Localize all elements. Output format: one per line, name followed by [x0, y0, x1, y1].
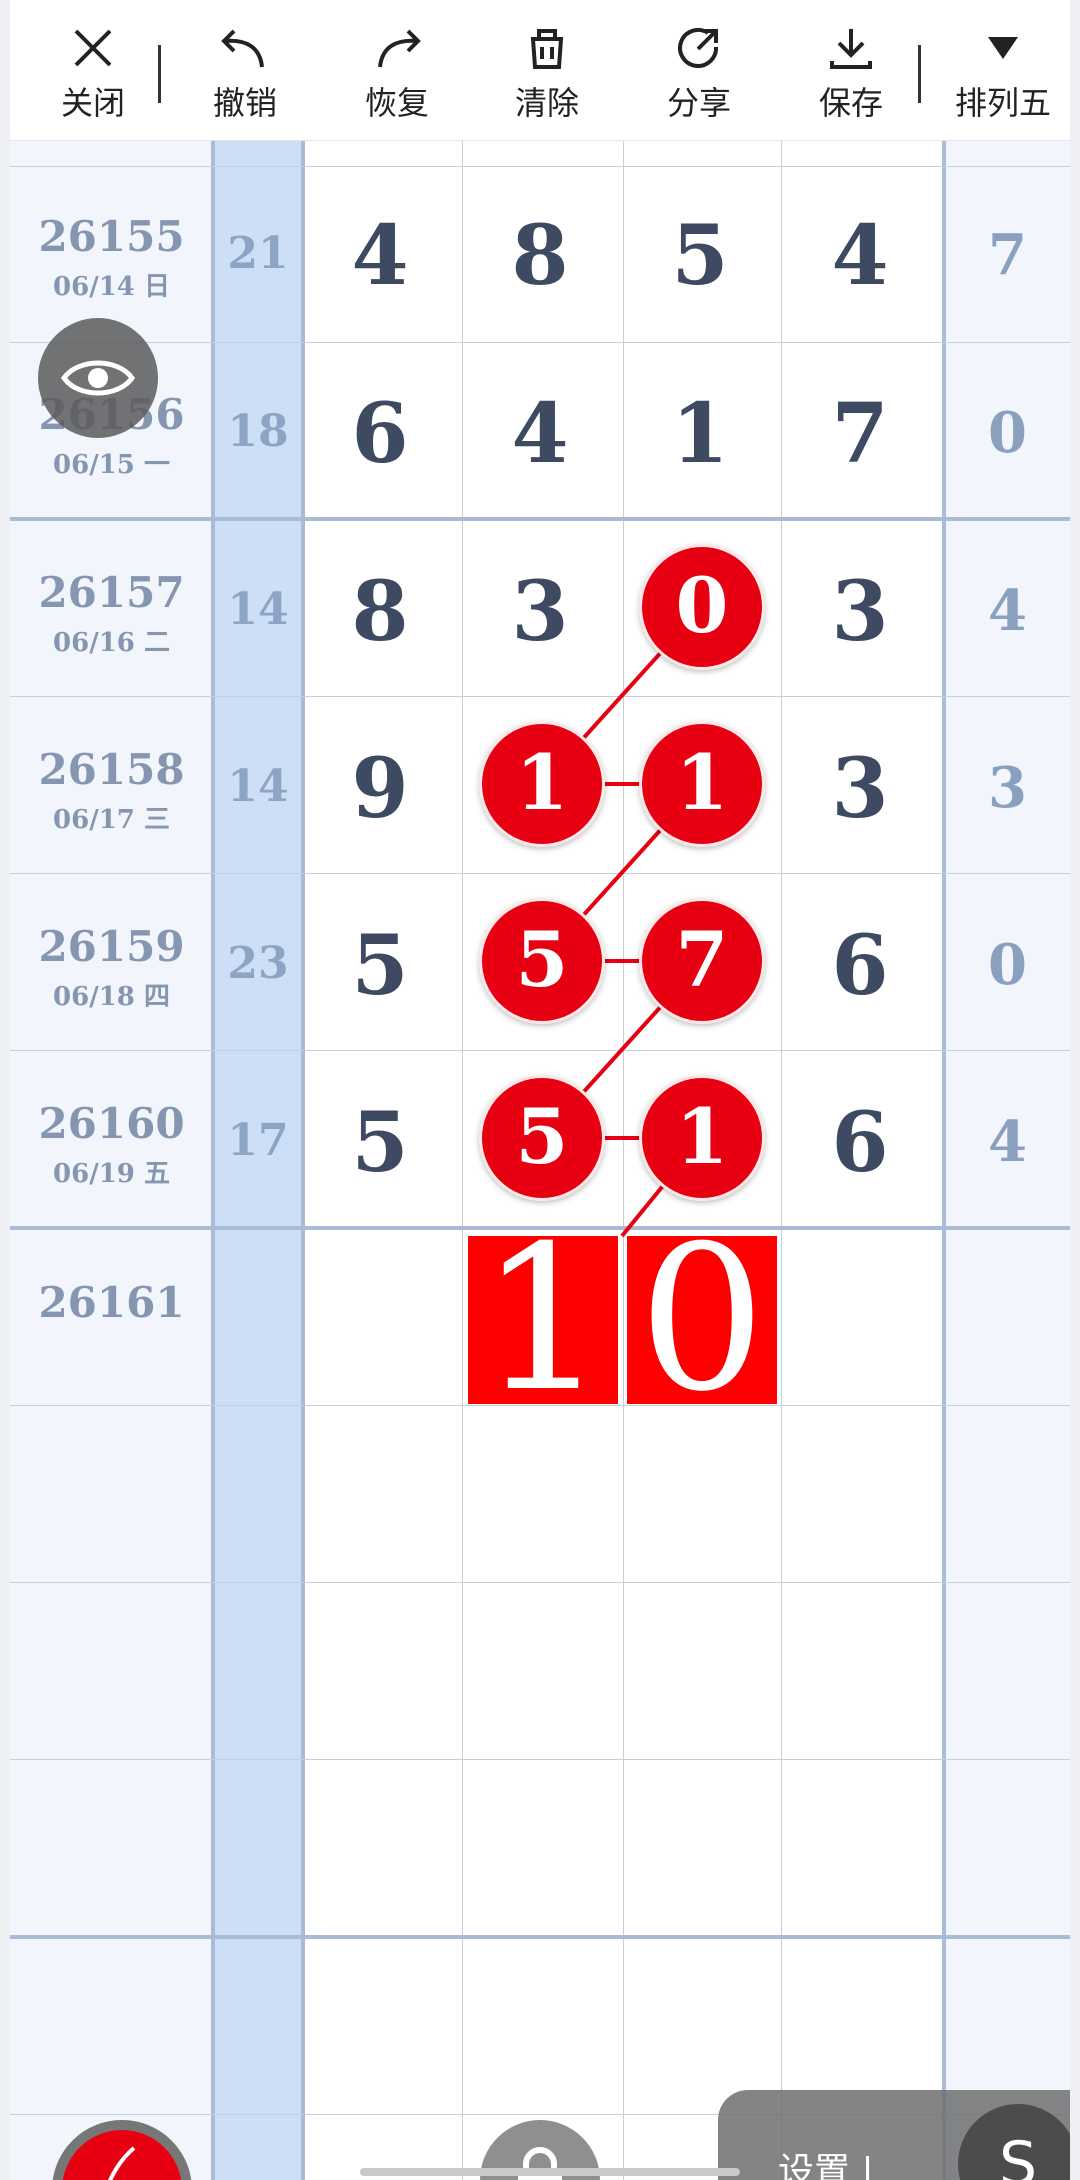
share-icon — [678, 27, 719, 68]
share-label: 分享 — [666, 84, 731, 122]
settings-label: 设置 | — [778, 2151, 874, 2180]
issue-date: 06/19 五 — [53, 1159, 170, 1189]
selected-ball[interactable]: 7 — [639, 898, 765, 1024]
share-button[interactable]: 分享 — [634, 18, 764, 128]
digit-5[interactable]: 3 — [945, 755, 1070, 821]
settings-panel-toggle[interactable]: 设置 | S — [718, 2090, 1070, 2180]
clear-label: 清除 — [514, 84, 579, 122]
issue-number: 26158 — [38, 745, 185, 794]
selected-ball[interactable]: 5 — [479, 1075, 605, 1201]
selected-ball[interactable]: 1 — [639, 721, 765, 847]
close-button[interactable]: 关闭 — [28, 18, 158, 128]
digit-5[interactable]: 4 — [945, 578, 1070, 644]
save-button[interactable]: 保存 — [786, 18, 916, 128]
selected-ball[interactable]: 5 — [479, 898, 605, 1024]
lottery-type-dropdown[interactable]: 排列五 — [938, 18, 1068, 128]
digit-4[interactable]: 7 — [782, 393, 938, 475]
pen-icon — [108, 2146, 136, 2180]
selected-ball[interactable]: 1 — [639, 1075, 765, 1201]
digit-5[interactable]: 0 — [945, 932, 1070, 998]
digit-1[interactable]: 8 — [302, 571, 458, 653]
digit-1[interactable]: 4 — [302, 215, 458, 297]
digit-2[interactable]: 8 — [462, 215, 618, 297]
digit-4[interactable]: 3 — [782, 571, 938, 653]
clear-button[interactable]: 清除 — [482, 18, 612, 128]
save-label: 保存 — [818, 84, 883, 122]
issue-date: 06/15 一 — [53, 450, 170, 480]
digit-sum: 14 — [227, 761, 289, 812]
home-indicator — [360, 2168, 740, 2176]
toolbar-separator — [918, 45, 921, 103]
digit-3[interactable]: 1 — [622, 393, 778, 475]
undo-icon — [221, 29, 264, 68]
digit-4[interactable]: 4 — [782, 215, 938, 297]
redo-label: 恢复 — [364, 84, 429, 122]
undo-label: 撤销 — [212, 84, 277, 122]
download-icon — [830, 29, 872, 69]
digit-5[interactable]: 4 — [945, 1109, 1070, 1175]
s-button[interactable]: S — [958, 2104, 1070, 2180]
digit-4[interactable]: 6 — [782, 1102, 938, 1184]
trash-icon — [530, 29, 564, 69]
digit-sum: 21 — [227, 228, 289, 279]
visibility-toggle-button[interactable] — [38, 318, 158, 438]
issue-number: 26155 — [38, 212, 185, 261]
lottery-type-label: 排列五 — [954, 84, 1051, 122]
issue-number: 26159 — [38, 922, 185, 971]
trend-chart-grid[interactable]: 26155 06/14 日 21 4 8 5 4 7 26156 06/15 一… — [10, 140, 1070, 2180]
digit-4[interactable]: 3 — [782, 748, 938, 830]
digit-sum: 23 — [227, 938, 289, 989]
issue-date: 06/18 四 — [53, 982, 170, 1012]
close-icon — [74, 29, 112, 67]
digit-1[interactable]: 5 — [302, 925, 458, 1007]
issue-date: 06/17 三 — [53, 805, 170, 835]
chart-screen: 关闭 撤销 恢复 清除 分享 保存 排列五 26155 06/14 日 21 4… — [10, 0, 1070, 2180]
digit-sum: 18 — [227, 406, 289, 457]
digit-1[interactable]: 6 — [302, 393, 458, 475]
digit-2[interactable]: 4 — [462, 393, 618, 475]
redo-icon — [378, 29, 421, 68]
digit-1[interactable]: 5 — [302, 1102, 458, 1184]
undo-button[interactable]: 撤销 — [180, 18, 310, 128]
eye-icon — [60, 360, 136, 396]
digit-1[interactable]: 9 — [302, 748, 458, 830]
issue-number: 26157 — [38, 568, 185, 617]
digit-4[interactable]: 6 — [782, 925, 938, 1007]
digit-5[interactable]: 0 — [945, 400, 1070, 466]
prediction-box[interactable]: 0 — [627, 1220, 777, 1420]
close-label: 关闭 — [60, 84, 125, 122]
digit-sum: 17 — [227, 1115, 289, 1166]
selected-ball[interactable]: 0 — [639, 544, 765, 670]
redo-button[interactable]: 恢复 — [332, 18, 462, 128]
toolbar-separator — [158, 45, 161, 103]
next-issue-number: 26161 — [38, 1278, 185, 1327]
selected-ball[interactable]: 1 — [479, 721, 605, 847]
digit-sum: 14 — [227, 584, 289, 635]
issue-number: 26160 — [38, 1099, 185, 1148]
digit-3[interactable]: 5 — [622, 215, 778, 297]
issue-date: 06/16 二 — [53, 628, 170, 658]
digit-2[interactable]: 3 — [462, 571, 618, 653]
prediction-box[interactable]: 1 — [468, 1220, 618, 1420]
top-toolbar: 关闭 撤销 恢复 清除 分享 保存 排列五 — [10, 0, 1070, 141]
triangle-down-icon — [988, 37, 1018, 59]
issue-date: 06/14 日 — [53, 272, 170, 302]
digit-5[interactable]: 7 — [945, 222, 1070, 288]
